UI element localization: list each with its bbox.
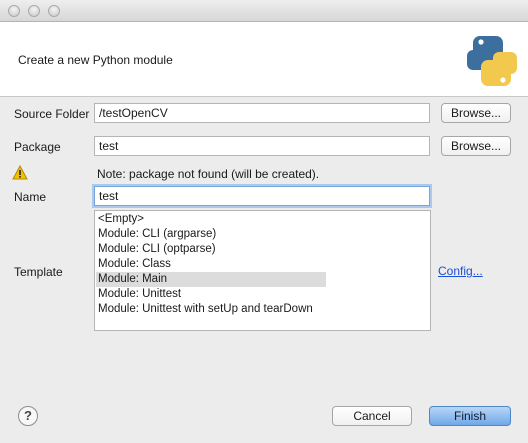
template-config-link[interactable]: Config... bbox=[438, 264, 483, 278]
title-bar bbox=[0, 0, 528, 22]
help-icon[interactable]: ? bbox=[18, 406, 38, 426]
template-item-empty[interactable]: <Empty> bbox=[96, 212, 326, 227]
wizard-header: Create a new Python module bbox=[0, 22, 528, 97]
template-list[interactable]: <Empty> Module: CLI (argparse) Module: C… bbox=[94, 210, 431, 331]
name-field[interactable]: test bbox=[94, 186, 430, 206]
template-item-main[interactable]: Module: Main bbox=[96, 272, 326, 287]
template-item-cli-argparse[interactable]: Module: CLI (argparse) bbox=[96, 227, 326, 242]
python-logo-icon bbox=[467, 36, 517, 86]
package-label: Package bbox=[14, 140, 61, 154]
template-item-unittest[interactable]: Module: Unittest bbox=[96, 287, 326, 302]
template-item-unittest-setup-teardown[interactable]: Module: Unittest with setUp and tearDown bbox=[96, 302, 396, 317]
warning-triangle-icon bbox=[12, 165, 28, 180]
source-folder-field[interactable]: /testOpenCV bbox=[94, 103, 430, 123]
zoom-window-button[interactable] bbox=[48, 5, 60, 17]
header-description: Create a new Python module bbox=[18, 53, 173, 67]
cancel-button[interactable]: Cancel bbox=[332, 406, 412, 426]
package-warning-text: Note: package not found (will be created… bbox=[97, 167, 320, 181]
name-label: Name bbox=[14, 190, 47, 204]
template-label: Template bbox=[14, 265, 63, 279]
close-window-button[interactable] bbox=[8, 5, 20, 17]
finish-button[interactable]: Finish bbox=[429, 406, 511, 426]
source-folder-browse-button[interactable]: Browse... bbox=[441, 103, 511, 123]
minimize-window-button[interactable] bbox=[28, 5, 40, 17]
package-field[interactable]: test bbox=[94, 136, 430, 156]
template-item-class[interactable]: Module: Class bbox=[96, 257, 326, 272]
package-browse-button[interactable]: Browse... bbox=[441, 136, 511, 156]
template-item-cli-optparse[interactable]: Module: CLI (optparse) bbox=[96, 242, 326, 257]
source-folder-label: Source Folder bbox=[14, 107, 90, 121]
